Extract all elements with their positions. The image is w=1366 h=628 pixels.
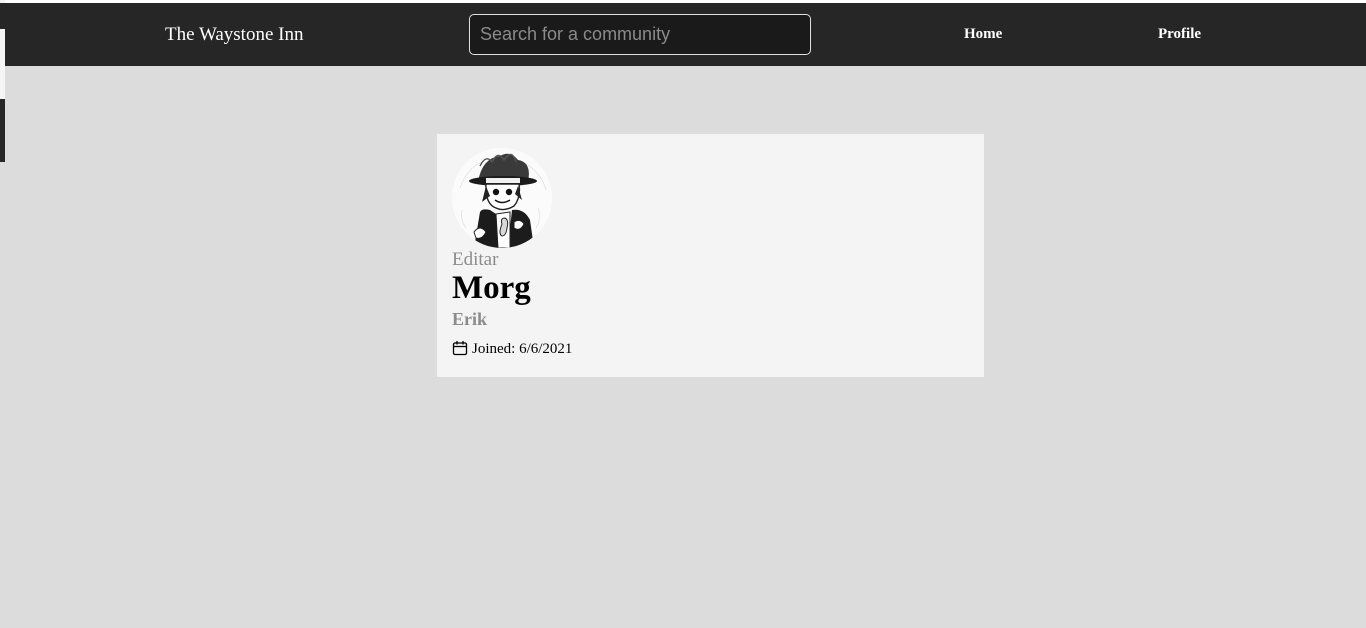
calendar-icon xyxy=(452,341,468,356)
top-navbar: The Waystone Inn Home Profile xyxy=(5,3,1366,66)
search-container xyxy=(469,14,811,55)
search-input[interactable] xyxy=(469,14,811,55)
left-edge-segment xyxy=(0,99,5,162)
edit-profile-link[interactable]: Editar xyxy=(452,249,498,271)
avatar-illustration-icon xyxy=(452,148,552,248)
joined-text: Joined: 6/6/2021 xyxy=(472,341,573,357)
brand-title[interactable]: The Waystone Inn xyxy=(165,3,303,66)
joined-date: Joined: 6/6/2021 xyxy=(452,341,572,358)
nav-home-link[interactable]: Home xyxy=(964,3,1002,66)
nav-profile-link[interactable]: Profile xyxy=(1158,3,1201,66)
avatar xyxy=(452,148,552,248)
profile-username: Erik xyxy=(452,309,488,329)
profile-display-name: Morg xyxy=(452,270,531,306)
profile-card: Editar Morg Erik Joined: 6/6/2021 xyxy=(437,134,984,377)
